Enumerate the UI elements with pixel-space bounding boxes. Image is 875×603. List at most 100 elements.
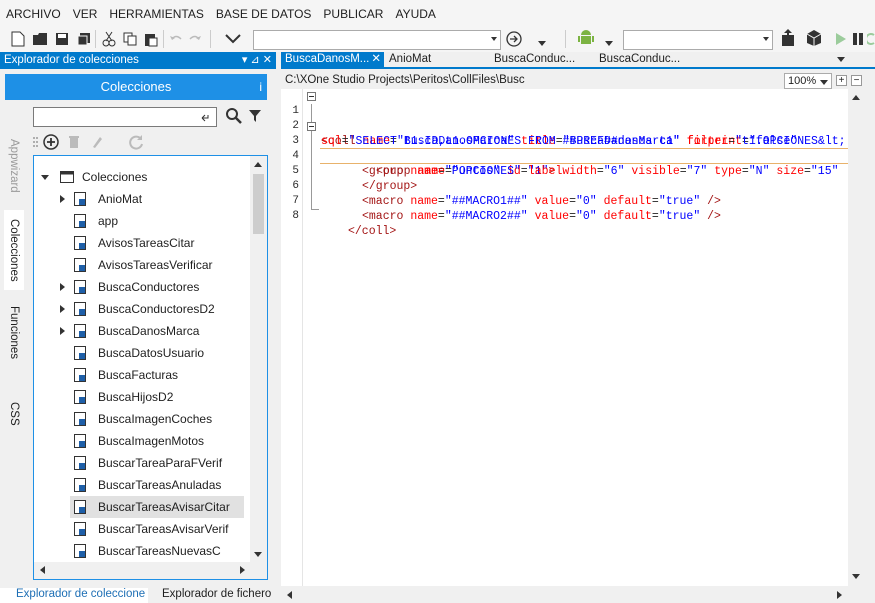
tree-item[interactable]: BuscaImagenMotos bbox=[34, 430, 254, 452]
editor-tab-buscaconduc-2[interactable]: BuscaConduc... bbox=[595, 52, 695, 67]
panel-controls[interactable]: ▾ ⊿ ✕ bbox=[242, 52, 272, 69]
refresh-icon[interactable] bbox=[128, 134, 144, 153]
fold-icon[interactable] bbox=[307, 92, 316, 101]
scroll-up-icon[interactable] bbox=[852, 95, 860, 100]
copy-icon[interactable] bbox=[122, 31, 138, 47]
tree-item-label: BuscaConductores bbox=[98, 280, 200, 294]
scroll-thumb[interactable] bbox=[253, 174, 264, 234]
editor-tab-buscadanosmarca[interactable]: BuscaDanosM... ✕ bbox=[281, 52, 384, 67]
editor-tab-buscaconduc-1[interactable]: BuscaConduc... bbox=[490, 52, 590, 67]
collections-tree: Colecciones AnioMat app AvisosTareasCitar A… bbox=[33, 155, 268, 580]
tree-item-label: BuscaFacturas bbox=[98, 368, 179, 382]
scroll-right-icon[interactable] bbox=[240, 566, 245, 574]
tree-vertical-scrollbar[interactable] bbox=[250, 156, 267, 564]
zoom-in-icon[interactable]: + bbox=[836, 75, 847, 86]
zoom-out-icon[interactable]: − bbox=[851, 75, 862, 86]
paste-icon[interactable] bbox=[143, 31, 159, 47]
tab-css[interactable]: CSS bbox=[4, 398, 24, 430]
menu-publicar[interactable]: PUBLICAR bbox=[323, 7, 383, 21]
tree-item[interactable]: BuscaFacturas bbox=[34, 364, 254, 386]
tree-root-row[interactable]: Colecciones bbox=[34, 166, 254, 188]
scroll-up-icon[interactable] bbox=[254, 162, 262, 167]
expand-icon[interactable] bbox=[60, 327, 65, 335]
scroll-right-icon[interactable] bbox=[837, 591, 842, 599]
tree-item-label: BuscarTareasAvisarCitar bbox=[98, 500, 230, 514]
tree-item[interactable]: BuscaConductoresD2 bbox=[34, 298, 254, 320]
new-file-icon[interactable] bbox=[10, 31, 26, 47]
menu-base-de-datos[interactable]: BASE DE DATOS bbox=[216, 7, 312, 21]
menu-ver[interactable]: VER bbox=[73, 7, 98, 21]
expand-icon[interactable] bbox=[60, 195, 65, 203]
tab-appwizard[interactable]: Appwizard bbox=[4, 132, 24, 200]
tree-item[interactable]: AvisosTareasCitar bbox=[34, 232, 254, 254]
chevron-down-icon[interactable] bbox=[534, 35, 550, 51]
code-editor[interactable]: 1 <coll name="BuscaDanosMarca" title="Bu… bbox=[281, 89, 848, 603]
cut-icon[interactable] bbox=[101, 31, 117, 47]
menu-herramientas[interactable]: HERRAMIENTAS bbox=[109, 7, 203, 21]
editor-vertical-scrollbar[interactable] bbox=[848, 89, 865, 586]
package-icon[interactable] bbox=[806, 30, 822, 46]
tab-colecciones[interactable]: Colecciones bbox=[4, 210, 24, 290]
chevron-down-icon[interactable] bbox=[601, 35, 617, 51]
tree-horizontal-scrollbar[interactable] bbox=[34, 562, 267, 579]
save-icon[interactable] bbox=[54, 31, 70, 47]
save-all-icon[interactable] bbox=[76, 31, 92, 47]
filter-icon[interactable] bbox=[248, 109, 262, 126]
fold-icon[interactable] bbox=[307, 122, 316, 131]
editor-horizontal-scrollbar[interactable] bbox=[281, 586, 830, 603]
undo-search-icon[interactable] bbox=[200, 112, 210, 126]
project-selector[interactable] bbox=[253, 30, 501, 50]
scroll-down-icon[interactable] bbox=[852, 574, 860, 579]
chevron-down-icon[interactable] bbox=[225, 31, 241, 47]
tree-item[interactable]: BuscarTareaParaFVerif bbox=[34, 452, 254, 474]
tab-explorador-colecciones[interactable]: Explorador de coleccione bbox=[0, 588, 148, 603]
tab-funciones[interactable]: Funciones bbox=[4, 300, 24, 366]
tree-item[interactable]: BuscaDatosUsuario bbox=[34, 342, 254, 364]
expand-icon[interactable] bbox=[60, 283, 65, 291]
tree-item[interactable]: AvisosTareasVerificar bbox=[34, 254, 254, 276]
tree-item[interactable]: BuscaImagenCoches bbox=[34, 408, 254, 430]
tree-item[interactable]: BuscaConductores bbox=[34, 276, 254, 298]
pause-icon[interactable] bbox=[850, 31, 866, 47]
delete-icon[interactable] bbox=[68, 135, 80, 152]
export-icon[interactable] bbox=[780, 29, 796, 46]
tree-item[interactable]: BuscaHijosD2 bbox=[34, 386, 254, 408]
tree-item[interactable]: BuscarTareasAvisarCitar bbox=[70, 496, 244, 518]
menu-archivo[interactable]: ARCHIVO bbox=[6, 7, 61, 21]
add-icon[interactable] bbox=[43, 134, 59, 153]
tree-item[interactable]: BuscarTareasAvisarVerif bbox=[34, 518, 254, 540]
edit-icon[interactable] bbox=[91, 135, 103, 152]
tree-item-label: BuscarTareaParaFVerif bbox=[98, 456, 223, 470]
tree-item[interactable]: app bbox=[34, 210, 254, 232]
tree-item[interactable]: AnioMat bbox=[34, 188, 254, 210]
refresh-icon[interactable] bbox=[867, 31, 875, 47]
play-icon[interactable] bbox=[833, 31, 849, 47]
menu-ayuda[interactable]: AYUDA bbox=[395, 7, 435, 21]
device-selector[interactable] bbox=[623, 30, 773, 50]
expand-icon[interactable] bbox=[60, 305, 65, 313]
collapse-icon[interactable] bbox=[41, 175, 49, 180]
open-folder-icon[interactable] bbox=[32, 31, 48, 47]
scroll-left-icon[interactable] bbox=[40, 566, 45, 574]
redo-icon[interactable] bbox=[187, 31, 203, 47]
android-icon[interactable] bbox=[578, 30, 594, 46]
zoom-selector[interactable]: 100% bbox=[784, 73, 832, 89]
undo-icon[interactable] bbox=[168, 31, 184, 47]
collection-icon bbox=[74, 500, 86, 517]
zoom-value: 100% bbox=[788, 75, 817, 87]
scroll-down-icon[interactable] bbox=[254, 552, 262, 557]
navigate-forward-icon[interactable] bbox=[506, 31, 522, 47]
collections-header-label: Colecciones bbox=[100, 79, 172, 94]
search-input[interactable] bbox=[33, 107, 217, 127]
tab-explorador-ficheros[interactable]: Explorador de fichero bbox=[162, 588, 271, 600]
tree-item[interactable]: BuscarTareasNuevasC bbox=[34, 540, 254, 562]
editor-tab-aniomat[interactable]: AnioMat bbox=[385, 52, 485, 67]
info-icon[interactable]: i bbox=[259, 74, 262, 100]
tree-item[interactable]: BuscaDanosMarca bbox=[34, 320, 254, 342]
tree-item[interactable]: BuscarTareasAnuladas bbox=[34, 474, 254, 496]
close-icon[interactable]: ✕ bbox=[371, 52, 381, 67]
search-icon[interactable] bbox=[226, 108, 242, 127]
collection-icon bbox=[74, 456, 86, 473]
scroll-left-icon[interactable] bbox=[287, 591, 292, 599]
tab-overflow-icon[interactable] bbox=[837, 57, 845, 62]
